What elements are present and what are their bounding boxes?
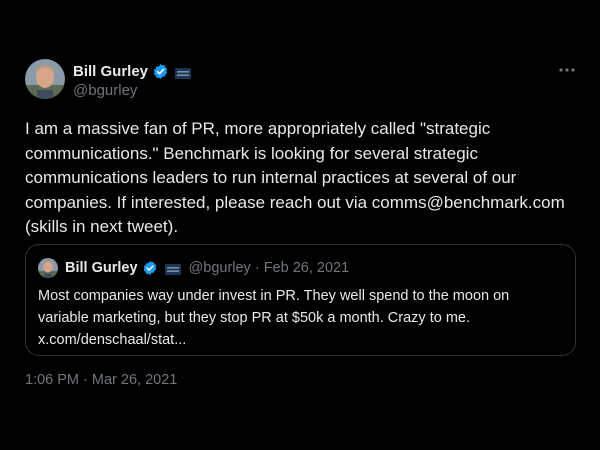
more-options-icon[interactable] xyxy=(556,62,578,78)
quoted-author-name: Bill Gurley xyxy=(65,260,138,276)
quoted-avatar xyxy=(38,258,58,278)
affiliation-flag-icon xyxy=(164,263,181,275)
quoted-tweet-card[interactable]: Bill Gurley @bgurley · Feb 26, 2021 Most… xyxy=(25,244,576,356)
tweet-timestamp[interactable]: 1:06 PM · Mar 26, 2021 xyxy=(25,372,177,388)
avatar[interactable] xyxy=(25,59,65,99)
author-handle[interactable]: @bgurley xyxy=(73,82,137,99)
quoted-meta: @bgurley · Feb 26, 2021 xyxy=(188,260,350,276)
tweet-text: I am a massive fan of PR, more appropria… xyxy=(25,119,565,236)
quoted-header: Bill Gurley @bgurley · Feb 26, 2021 xyxy=(65,259,349,277)
verified-badge-icon xyxy=(142,260,159,277)
quoted-text: Most companies way under invest in PR. T… xyxy=(38,288,510,348)
author-name[interactable]: Bill Gurley xyxy=(73,63,148,80)
verified-badge-icon xyxy=(152,63,169,80)
tweet: Bill Gurley @bgurley I am a massive fan … xyxy=(0,0,600,450)
author-name-row: Bill Gurley xyxy=(73,61,192,81)
affiliation-flag-icon xyxy=(175,66,192,79)
